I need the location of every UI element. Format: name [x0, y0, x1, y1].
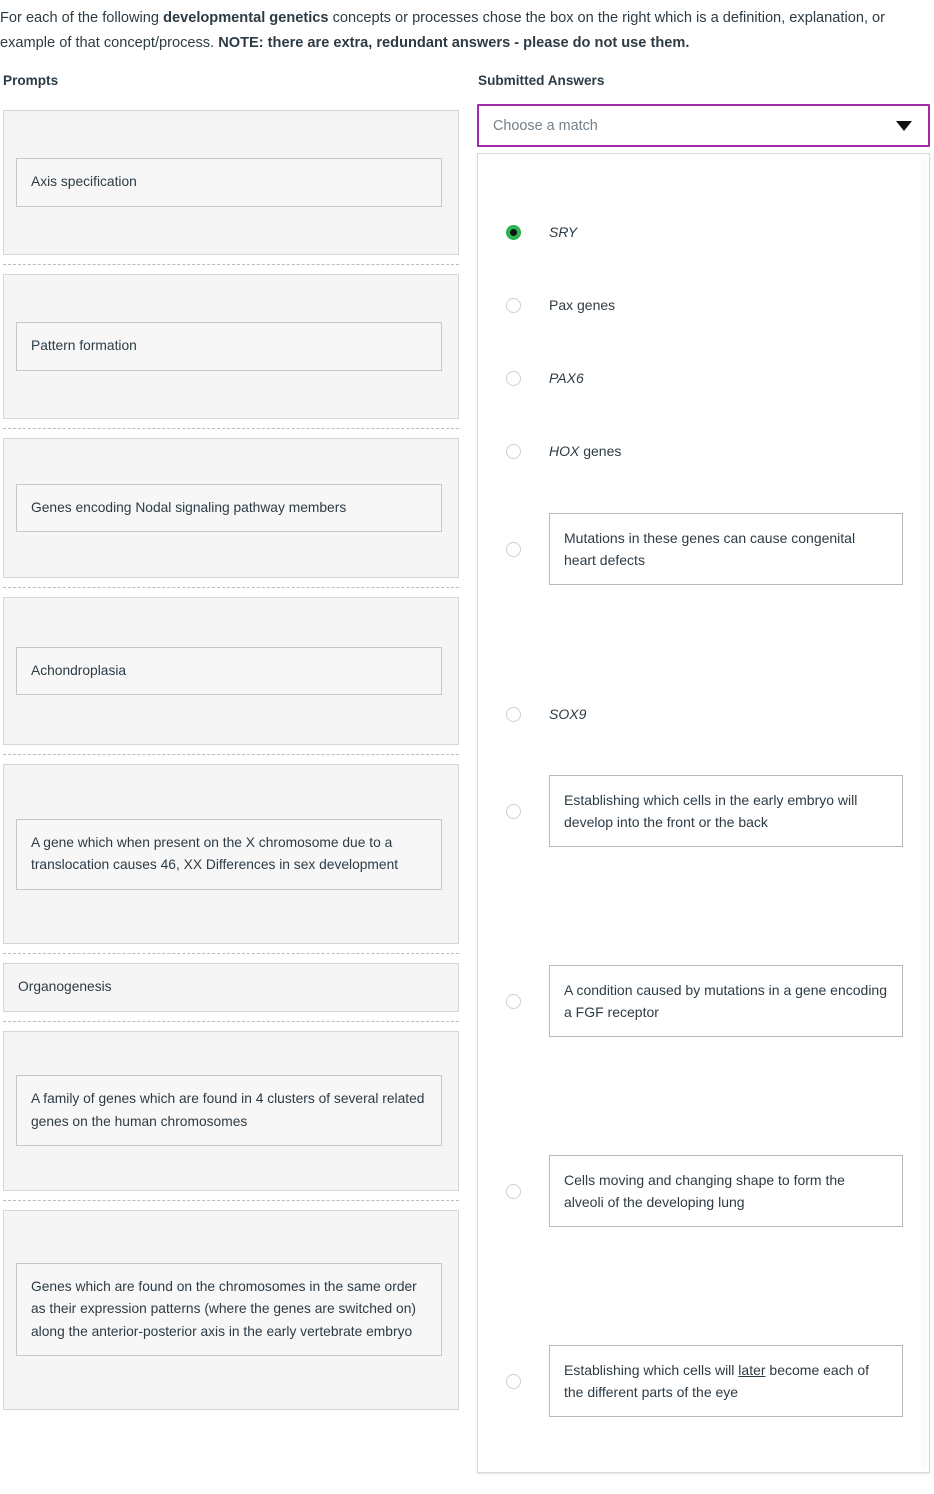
match-option-label: PAX6 [549, 370, 584, 386]
radio-button-hox-genes[interactable] [506, 443, 521, 459]
radio-button-parts-of-eye[interactable] [506, 1373, 521, 1389]
prompt-row: Pattern formation [3, 264, 459, 428]
prompt-text: A gene which when present on the X chrom… [16, 818, 442, 890]
radio-button-pax6[interactable] [506, 370, 521, 386]
prompt-card[interactable]: Pattern formation [3, 274, 459, 419]
prompts-column-header: Prompts [3, 73, 59, 88]
options-scrollbar[interactable] [921, 158, 927, 1468]
radio-button-sox9[interactable] [506, 706, 521, 722]
prompt-text: Genes which are found on the chromosomes… [16, 1262, 442, 1357]
match-option-fgf-receptor[interactable]: A condition caused by mutations in a gen… [478, 965, 929, 1037]
match-option-sry[interactable]: SRY [478, 221, 929, 243]
prompt-row: Organogenesis [3, 953, 459, 1021]
match-option-label: Establishing which cells in the early em… [549, 775, 903, 847]
match-option-alveoli-lung[interactable]: Cells moving and changing shape to form … [478, 1155, 929, 1227]
prompt-text: Pattern formation [16, 322, 442, 371]
match-option-label: Pax genes [549, 297, 616, 313]
prompt-row: Genes encoding Nodal signaling pathway m… [3, 428, 459, 587]
prompt-text: A family of genes which are found in 4 c… [16, 1075, 442, 1146]
radio-button-front-or-back[interactable] [506, 803, 521, 819]
match-option-pax6[interactable]: PAX6 [478, 367, 929, 389]
prompt-card[interactable]: Genes encoding Nodal signaling pathway m… [3, 438, 459, 578]
emphasis-later: later [738, 1362, 766, 1378]
match-option-parts-of-eye[interactable]: Establishing which cells will later beco… [478, 1345, 929, 1417]
instructions-part-1: For each of the following [0, 10, 164, 26]
match-option-label: A condition caused by mutations in a gen… [549, 965, 903, 1037]
prompt-card[interactable]: A family of genes which are found in 4 c… [3, 1030, 459, 1191]
prompt-card[interactable]: Achondroplasia [3, 597, 459, 745]
prompt-card[interactable]: Axis specification [3, 110, 459, 255]
instructions-text: For each of the following developmental … [0, 6, 934, 56]
match-option-label: Cells moving and changing shape to form … [549, 1155, 903, 1227]
match-option-hox-genes[interactable]: HOX genes [478, 440, 929, 462]
prompt-card[interactable]: A gene which when present on the X chrom… [3, 764, 459, 944]
match-option-label: Mutations in these genes can cause conge… [549, 513, 903, 585]
radio-button-pax-genes[interactable] [506, 297, 521, 313]
match-option-label: Establishing which cells will later beco… [549, 1345, 903, 1417]
match-options-panel[interactable]: SRY Pax genes PAX6 HOX genes Mutations in th… [477, 153, 930, 1473]
prompts-column: Axis specification Pattern formation Genes… [3, 110, 459, 1419]
chevron-down-icon[interactable] [896, 120, 912, 131]
match-option-sox9[interactable]: SOX9 [478, 703, 929, 725]
prompt-text: Genes encoding Nodal signaling pathway m… [16, 483, 442, 533]
prompt-text: Achondroplasia [16, 646, 442, 696]
submitted-answers-column-header: Submitted Answers [478, 73, 605, 88]
prompt-row: Axis specification [3, 110, 459, 264]
prompt-card[interactable]: Genes which are found on the chromosomes… [3, 1209, 459, 1410]
gene-symbol: HOX [549, 443, 580, 459]
match-option-pax-genes[interactable]: Pax genes [478, 294, 929, 316]
match-option-front-or-back[interactable]: Establishing which cells in the early em… [478, 775, 929, 847]
radio-button-sry[interactable] [506, 224, 521, 240]
radio-button-alveoli-lung[interactable] [506, 1183, 521, 1199]
match-option-congenital-heart-defects[interactable]: Mutations in these genes can cause conge… [478, 513, 929, 585]
radio-button-congenital-heart-defects[interactable] [506, 541, 521, 557]
submitted-answers-column: Choose a match SRY Pax genes PAX6 HOX genes… [477, 104, 930, 1473]
match-option-label: SOX9 [549, 706, 587, 722]
radio-button-fgf-receptor[interactable] [506, 993, 521, 1009]
match-option-label: HOX genes [549, 443, 622, 459]
prompt-row: Genes which are found on the chromosomes… [3, 1199, 459, 1419]
prompt-row: Achondroplasia [3, 587, 459, 754]
prompt-row: A gene which when present on the X chrom… [3, 754, 459, 953]
prompt-text: Axis specification [16, 158, 442, 207]
match-option-label: SRY [549, 224, 578, 240]
prompt-row: A family of genes which are found in 4 c… [3, 1020, 459, 1200]
choose-a-match-select[interactable]: Choose a match [477, 104, 930, 147]
prompt-text: Organogenesis [18, 979, 112, 994]
instructions-bold-2: NOTE: there are extra, redundant answers… [218, 35, 690, 51]
prompt-card[interactable]: Organogenesis [3, 963, 459, 1012]
instructions-bold-1: developmental genetics [163, 10, 329, 26]
choose-a-match-placeholder: Choose a match [493, 117, 598, 134]
